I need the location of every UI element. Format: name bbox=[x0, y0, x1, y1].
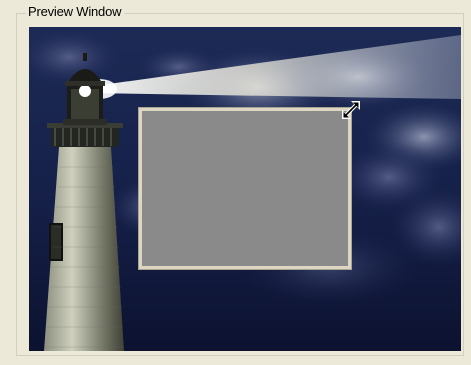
preview-panel: Preview Window bbox=[0, 0, 471, 365]
diagonal-resize-arrow-icon bbox=[342, 101, 360, 119]
preview-window-label: Preview Window bbox=[26, 4, 125, 20]
selection-rectangle[interactable] bbox=[138, 107, 352, 270]
resize-handle[interactable] bbox=[340, 99, 362, 121]
